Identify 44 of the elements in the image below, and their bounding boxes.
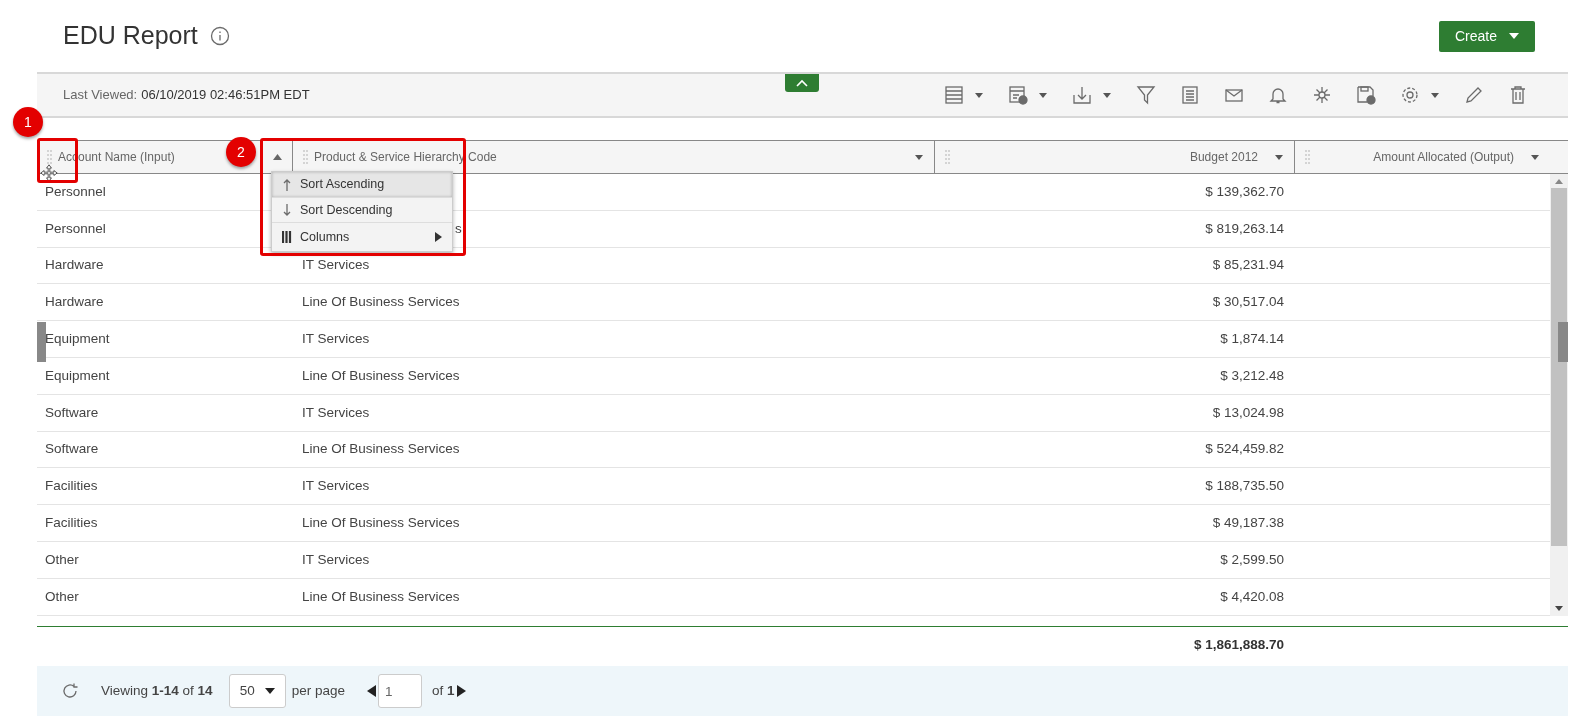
table-cell-text: IT Services xyxy=(302,256,370,275)
callout-number: 2 xyxy=(226,137,256,167)
table-cell-text: $ 85,231.94 xyxy=(1212,256,1284,275)
table-cell-text: IT Services xyxy=(302,403,370,422)
page-total: of 1 xyxy=(431,681,455,700)
table-cell-text: $ 524,459.82 xyxy=(1205,440,1284,459)
callout-number: 1 xyxy=(13,107,43,137)
table-cell-text: IT Services xyxy=(302,329,370,348)
table-cell-text: Software xyxy=(45,440,99,459)
table-cell-text: Other xyxy=(45,587,79,606)
table-cell-text: $ 3,212.48 xyxy=(1220,366,1284,385)
table-cell-text: Software xyxy=(45,403,99,422)
viewing-count: Viewing 1-14 of 14 xyxy=(101,681,213,700)
table-cell-text: $ 2,599.50 xyxy=(1220,550,1284,569)
table-cell-text: $ 49,187.38 xyxy=(1212,513,1284,532)
table-cell-text: Other xyxy=(45,550,79,569)
page-title: EDU Report xyxy=(63,20,198,52)
table-cell-text: Line Of Business Services xyxy=(302,366,460,385)
table-cell-text: IT Services xyxy=(302,477,370,496)
table-cell-text: Facilities xyxy=(45,513,98,532)
table-cell-text: $ 4,420.08 xyxy=(1220,587,1284,606)
table-cell-text: Facilities xyxy=(45,477,98,496)
table-cell-text: $ 819,263.14 xyxy=(1205,219,1284,238)
table-cell-text: $ 188,735.50 xyxy=(1205,477,1284,496)
table-cell-text: $ 1,874.14 xyxy=(1220,329,1284,348)
table-cell-text: $ 139,362.70 xyxy=(1205,182,1284,201)
table-cell-text: $ 13,024.98 xyxy=(1212,403,1284,422)
total-value: $ 1,861,888.70 xyxy=(1193,636,1284,655)
table-cell-text: Hardware xyxy=(45,293,104,312)
table-cell-text: Line Of Business Services xyxy=(302,440,460,459)
table-cell-text: Line Of Business Services xyxy=(302,513,460,532)
table-cell-text: IT Services xyxy=(302,550,370,569)
table-cell-text: s xyxy=(455,219,462,238)
last-viewed-value: 06/10/2019 02:46:51PM EDT xyxy=(141,86,310,105)
table-cell-text: Hardware xyxy=(45,256,104,275)
table-cell-text: Personnel xyxy=(45,219,106,238)
last-viewed-label: Last Viewed: xyxy=(63,86,138,105)
per-page-label: per page xyxy=(291,681,345,700)
table-cell-text: $ 30,517.04 xyxy=(1212,293,1284,312)
table-cell-text: Line Of Business Services xyxy=(302,293,460,312)
table-cell-text: Line Of Business Services xyxy=(302,587,460,606)
table-cell-text: Equipment xyxy=(45,329,110,348)
table-cell-text: Equipment xyxy=(45,366,110,385)
table-cell-text: Personnel xyxy=(45,182,106,201)
